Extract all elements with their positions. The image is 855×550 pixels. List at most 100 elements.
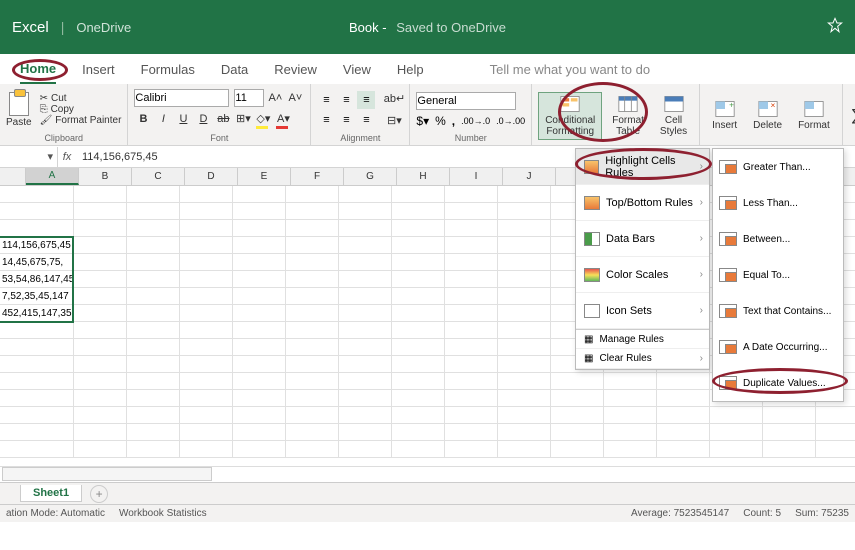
cell[interactable] — [286, 203, 339, 220]
calc-mode[interactable]: ation Mode: Automatic — [6, 508, 105, 519]
font-size-select[interactable] — [234, 89, 264, 107]
cell[interactable] — [286, 305, 339, 322]
cell[interactable] — [180, 203, 233, 220]
delete-cells-button[interactable]: × Delete — [747, 98, 788, 133]
cell[interactable] — [763, 441, 816, 458]
premium-icon[interactable] — [827, 17, 843, 33]
col-header[interactable]: B — [79, 168, 132, 185]
cell[interactable] — [392, 305, 445, 322]
cell[interactable] — [127, 322, 180, 339]
menu-top-bottom-rules[interactable]: Top/Bottom Rules› — [576, 185, 709, 221]
cell[interactable] — [74, 373, 127, 390]
cell[interactable] — [74, 271, 127, 288]
number-format-select[interactable] — [416, 92, 516, 110]
cell[interactable] — [74, 390, 127, 407]
cell[interactable] — [180, 288, 233, 305]
cell[interactable] — [339, 322, 392, 339]
col-header[interactable]: H — [397, 168, 450, 185]
cell[interactable] — [392, 322, 445, 339]
tab-help[interactable]: Help — [397, 62, 424, 77]
cell[interactable] — [445, 441, 498, 458]
cell[interactable] — [233, 220, 286, 237]
underline-button[interactable]: U — [174, 110, 192, 128]
cell[interactable] — [233, 322, 286, 339]
sheet-tab[interactable]: Sheet1 — [20, 485, 82, 502]
cell[interactable] — [127, 288, 180, 305]
italic-button[interactable]: I — [154, 110, 172, 128]
cell[interactable] — [127, 424, 180, 441]
cell[interactable] — [74, 322, 127, 339]
cell[interactable] — [74, 441, 127, 458]
cell[interactable] — [445, 339, 498, 356]
cell[interactable] — [445, 305, 498, 322]
cell[interactable] — [233, 203, 286, 220]
cell[interactable] — [74, 424, 127, 441]
comma-button[interactable]: , — [452, 114, 455, 128]
autosum-button[interactable]: ∑ — [851, 107, 855, 125]
cell[interactable] — [445, 356, 498, 373]
cell[interactable] — [286, 373, 339, 390]
col-header[interactable]: C — [132, 168, 185, 185]
merge-center-button[interactable]: ⊟▾ — [385, 112, 403, 130]
cell[interactable] — [498, 373, 551, 390]
cell[interactable] — [392, 424, 445, 441]
align-right-button[interactable]: ≡ — [357, 111, 375, 129]
cell[interactable] — [392, 373, 445, 390]
align-left-button[interactable]: ≡ — [317, 111, 335, 129]
cell[interactable] — [0, 356, 74, 373]
cell[interactable] — [286, 322, 339, 339]
increase-font-button[interactable]: A˄ — [266, 89, 284, 107]
cell[interactable] — [498, 254, 551, 271]
cell[interactable] — [498, 237, 551, 254]
cell[interactable] — [339, 407, 392, 424]
cell[interactable] — [445, 288, 498, 305]
cell[interactable] — [339, 237, 392, 254]
cell[interactable] — [286, 407, 339, 424]
cell[interactable] — [0, 424, 74, 441]
cell[interactable] — [74, 220, 127, 237]
horizontal-scroll[interactable] — [0, 466, 855, 482]
cell[interactable] — [180, 373, 233, 390]
currency-button[interactable]: $▾ — [416, 114, 429, 128]
cell[interactable] — [710, 424, 763, 441]
cell[interactable] — [445, 271, 498, 288]
cell[interactable] — [127, 186, 180, 203]
cell[interactable] — [763, 407, 816, 424]
cell[interactable] — [339, 220, 392, 237]
tell-me[interactable]: Tell me what you want to do — [490, 62, 650, 77]
cell[interactable] — [286, 254, 339, 271]
tab-formulas[interactable]: Formulas — [141, 62, 195, 77]
cell[interactable] — [233, 237, 286, 254]
cell[interactable] — [180, 424, 233, 441]
cell[interactable] — [392, 220, 445, 237]
cell[interactable] — [710, 441, 763, 458]
tab-insert[interactable]: Insert — [82, 62, 115, 77]
bold-button[interactable]: B — [134, 110, 152, 128]
cell[interactable] — [392, 203, 445, 220]
submenu-text-contains[interactable]: Text that Contains... — [713, 293, 843, 329]
cell[interactable] — [445, 237, 498, 254]
cell[interactable] — [127, 237, 180, 254]
align-middle-button[interactable]: ≡ — [337, 91, 355, 109]
cell[interactable] — [392, 271, 445, 288]
strikethrough-button[interactable]: ab — [214, 110, 232, 128]
tab-view[interactable]: View — [343, 62, 371, 77]
submenu-between[interactable]: Between... — [713, 221, 843, 257]
col-header[interactable]: F — [291, 168, 344, 185]
cell[interactable] — [127, 356, 180, 373]
cell[interactable] — [74, 339, 127, 356]
cell[interactable] — [286, 339, 339, 356]
col-header[interactable]: D — [185, 168, 238, 185]
decrease-font-button[interactable]: A˅ — [286, 89, 304, 107]
cell[interactable] — [392, 186, 445, 203]
cell[interactable] — [286, 237, 339, 254]
cell[interactable] — [180, 390, 233, 407]
cell[interactable] — [339, 373, 392, 390]
conditional-formatting-button[interactable]: Conditional Formatting — [538, 92, 602, 140]
col-header[interactable]: I — [450, 168, 503, 185]
cell[interactable] — [286, 186, 339, 203]
increase-decimal-button[interactable]: .00→.0 — [461, 116, 490, 126]
cell[interactable] — [604, 441, 657, 458]
cell[interactable] — [180, 407, 233, 424]
cell[interactable] — [180, 322, 233, 339]
